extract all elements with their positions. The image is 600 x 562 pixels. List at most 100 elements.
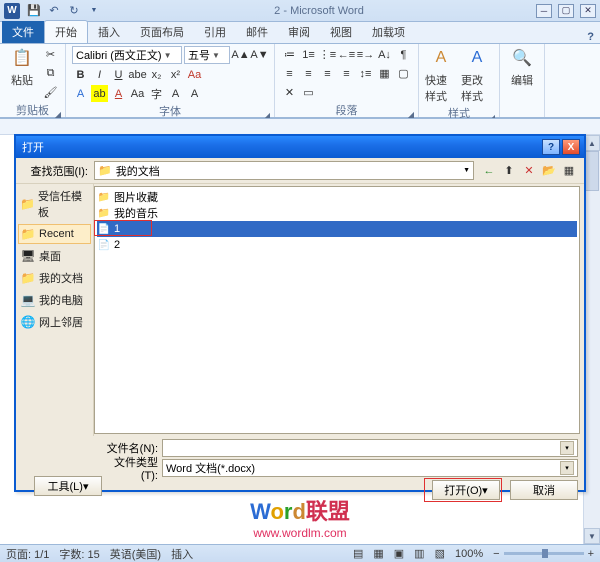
redo-icon[interactable]: ↻: [66, 3, 82, 19]
clear-format-icon[interactable]: Aa: [186, 66, 203, 83]
list-item[interactable]: 📁我的音乐: [97, 205, 577, 221]
align-right-icon[interactable]: ≡: [319, 65, 336, 82]
place-mydocs[interactable]: 📁我的文档: [18, 268, 91, 288]
increase-indent-icon[interactable]: ≡→: [357, 46, 374, 63]
dialog-close-button[interactable]: X: [562, 139, 580, 155]
list-item[interactable]: 📄1: [97, 221, 577, 237]
undo-icon[interactable]: ↶: [46, 3, 62, 19]
align-center-icon[interactable]: ≡: [300, 65, 317, 82]
lookin-combo[interactable]: 📁 我的文档 ▼: [94, 161, 474, 180]
close-button[interactable]: ✕: [580, 4, 596, 18]
dialog-help-button[interactable]: ?: [542, 139, 560, 155]
format-painter-icon[interactable]: 🖌: [42, 84, 59, 101]
para-misc-icon[interactable]: ✕: [281, 84, 298, 101]
filetype-combo[interactable]: Word 文档(*.docx)▾: [162, 459, 578, 477]
cancel-button[interactable]: 取消: [510, 480, 578, 500]
line-spacing-icon[interactable]: ↕≡: [357, 65, 374, 82]
highlight-icon[interactable]: ab: [91, 85, 108, 102]
underline-button[interactable]: U: [110, 66, 127, 83]
view-read-icon[interactable]: ▦: [373, 547, 383, 560]
show-marks-icon[interactable]: ¶: [395, 46, 412, 63]
phonetic-icon[interactable]: 字: [148, 85, 165, 102]
delete-icon[interactable]: ✕: [520, 162, 538, 180]
tab-review[interactable]: 审阅: [278, 21, 320, 43]
copy-icon[interactable]: ⧉: [42, 65, 59, 82]
change-styles-button[interactable]: A更改样式: [461, 46, 493, 104]
scroll-up-icon[interactable]: ▲: [584, 135, 600, 151]
change-case-icon[interactable]: Aa: [129, 85, 146, 102]
ruler[interactable]: [0, 119, 600, 135]
place-mycomputer[interactable]: 💻我的电脑: [18, 290, 91, 310]
zoom-level[interactable]: 100%: [455, 548, 483, 560]
tab-home[interactable]: 开始: [44, 20, 88, 43]
help-icon[interactable]: ?: [587, 31, 594, 43]
view-draft-icon[interactable]: ▧: [435, 547, 445, 560]
font-size-combo[interactable]: 五号▼: [184, 46, 230, 64]
status-mode[interactable]: 插入: [171, 546, 193, 562]
char-shading-icon[interactable]: A: [186, 85, 203, 102]
multilevel-icon[interactable]: ⋮≡: [319, 46, 336, 63]
save-icon[interactable]: 💾: [26, 3, 42, 19]
scroll-thumb[interactable]: [585, 151, 599, 191]
quick-styles-button[interactable]: A快速样式: [425, 46, 457, 104]
view-web-icon[interactable]: ▣: [394, 547, 404, 560]
font-color-icon[interactable]: A: [110, 85, 127, 102]
qat-dropdown-icon[interactable]: ▼: [86, 3, 102, 19]
tab-view[interactable]: 视图: [320, 21, 362, 43]
back-icon[interactable]: ←: [480, 162, 498, 180]
tab-mailings[interactable]: 邮件: [236, 21, 278, 43]
new-folder-icon[interactable]: 📂: [540, 162, 558, 180]
tab-addins[interactable]: 加载项: [362, 21, 415, 43]
sort-icon[interactable]: A↓: [376, 46, 393, 63]
subscript-button[interactable]: x₂: [148, 66, 165, 83]
status-page[interactable]: 页面: 1/1: [6, 546, 49, 562]
up-icon[interactable]: ⬆: [500, 162, 518, 180]
open-button[interactable]: 打开(O) ▾: [432, 480, 500, 500]
status-words[interactable]: 字数: 15: [59, 546, 99, 562]
paste-button[interactable]: 📋 粘贴: [6, 46, 38, 88]
grow-font-icon[interactable]: A▲: [232, 46, 249, 63]
font-name-combo[interactable]: Calibri (西文正文)▼: [72, 46, 182, 64]
place-recent[interactable]: 📁Recent: [18, 224, 91, 244]
list-item[interactable]: 📁图片收藏: [97, 189, 577, 205]
numbering-icon[interactable]: 1≡: [300, 46, 317, 63]
tab-references[interactable]: 引用: [194, 21, 236, 43]
justify-icon[interactable]: ≡: [338, 65, 355, 82]
strikethrough-button[interactable]: abe: [129, 66, 146, 83]
dialog-titlebar[interactable]: 打开 ? X: [16, 136, 584, 158]
zoom-handle[interactable]: [542, 549, 548, 558]
cut-icon[interactable]: ✂: [42, 46, 59, 63]
tab-layout[interactable]: 页面布局: [130, 21, 194, 43]
status-language[interactable]: 英语(美国): [110, 546, 161, 562]
bullets-icon[interactable]: ≔: [281, 46, 298, 63]
views-icon[interactable]: ▦: [560, 162, 578, 180]
tab-insert[interactable]: 插入: [88, 21, 130, 43]
editing-button[interactable]: 🔍编辑: [506, 46, 538, 88]
align-left-icon[interactable]: ≡: [281, 65, 298, 82]
filename-input[interactable]: ▾: [162, 439, 578, 457]
tab-file[interactable]: 文件: [2, 21, 44, 43]
view-print-icon[interactable]: ▤: [353, 547, 363, 560]
tools-button[interactable]: 工具(L) ▾: [34, 476, 102, 496]
scroll-down-icon[interactable]: ▼: [584, 528, 600, 544]
list-item[interactable]: 📄2: [97, 237, 577, 253]
decrease-indent-icon[interactable]: ←≡: [338, 46, 355, 63]
place-desktop[interactable]: 🖥桌面: [18, 246, 91, 266]
shading-icon[interactable]: ▦: [376, 65, 393, 82]
char-border-icon[interactable]: A: [167, 85, 184, 102]
minimize-button[interactable]: ─: [536, 4, 552, 18]
zoom-out-icon[interactable]: −: [493, 548, 499, 560]
zoom-in-icon[interactable]: +: [588, 548, 594, 560]
zoom-slider[interactable]: [504, 552, 584, 555]
shrink-font-icon[interactable]: A▼: [251, 46, 268, 63]
view-outline-icon[interactable]: ▥: [414, 547, 424, 560]
bold-button[interactable]: B: [72, 66, 89, 83]
place-network[interactable]: 🌐网上邻居: [18, 312, 91, 332]
maximize-button[interactable]: ▢: [558, 4, 574, 18]
superscript-button[interactable]: x²: [167, 66, 184, 83]
borders-icon[interactable]: ▢: [395, 65, 412, 82]
text-effects-icon[interactable]: A: [72, 85, 89, 102]
place-templates[interactable]: 📁受信任模板: [18, 186, 91, 222]
para-misc2-icon[interactable]: ▭: [300, 84, 317, 101]
file-list[interactable]: 📁图片收藏 📁我的音乐 📄1 📄2: [94, 186, 580, 434]
